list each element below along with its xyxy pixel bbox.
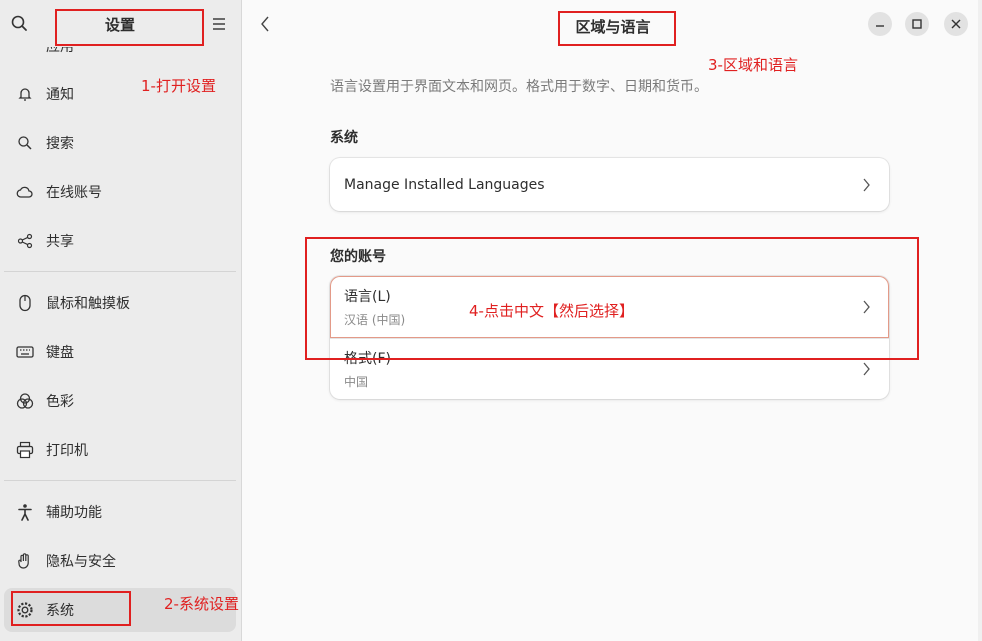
sidebar-divider: [4, 271, 236, 272]
sidebar-divider: [4, 480, 236, 481]
sidebar-item-mouse[interactable]: 鼠标和触摸板: [4, 281, 236, 325]
apps-icon: ⋯: [16, 47, 34, 54]
search-icon[interactable]: [10, 14, 30, 34]
sidebar-item-label: 通知: [46, 87, 74, 103]
sidebar-item-label: 搜索: [46, 136, 74, 152]
minimize-icon: [876, 25, 884, 27]
sidebar-item-color[interactable]: 色彩: [4, 379, 236, 423]
sidebar-item-label: 色彩: [46, 394, 74, 410]
share-icon: [16, 232, 34, 250]
chevron-right-icon: [861, 177, 871, 193]
background-window-edge: [978, 0, 982, 641]
bell-icon: [16, 85, 34, 103]
sidebar-item-accessibility[interactable]: 辅助功能: [4, 490, 236, 534]
close-button[interactable]: [944, 12, 968, 36]
sidebar-item-label: 鼠标和触摸板: [46, 296, 130, 312]
sidebar-item-printers[interactable]: 打印机: [4, 428, 236, 472]
annotation-box-region-title: [558, 11, 676, 46]
format-value: 中国: [344, 375, 369, 389]
annotation-step2: 2-系统设置: [164, 595, 239, 613]
cloud-icon: [16, 183, 34, 201]
hand-icon: [16, 552, 34, 570]
annotation-step3: 3-区域和语言: [708, 56, 798, 74]
annotation-step4: 4-点击中文【然后选择】: [469, 302, 634, 320]
sidebar-item-label: 在线账号: [46, 185, 102, 201]
sidebar-item-keyboard[interactable]: 键盘: [4, 330, 236, 374]
color-icon: [16, 392, 34, 410]
annotation-step1: 1-打开设置: [141, 77, 216, 95]
printer-icon: [16, 441, 34, 459]
system-card: Manage Installed Languages: [330, 158, 889, 211]
page-description: 语言设置用于界面文本和网页。格式用于数字、日期和货币。: [330, 79, 708, 95]
maximize-icon: [912, 19, 922, 29]
hamburger-menu-icon[interactable]: [209, 14, 229, 34]
sidebar-item-label: 键盘: [46, 345, 74, 361]
sidebar-item-label: 打印机: [46, 443, 88, 459]
annotation-box-account: [305, 237, 919, 360]
chevron-right-icon: [861, 361, 871, 377]
section-title-system: 系统: [330, 130, 358, 146]
sidebar-item-label: 应用: [46, 47, 74, 55]
sidebar-item-label: 辅助功能: [46, 505, 102, 521]
sidebar-item-label: 共享: [46, 234, 74, 250]
close-icon: [951, 19, 961, 29]
sidebar-item-privacy[interactable]: 隐私与安全: [4, 539, 236, 583]
mouse-icon: [16, 294, 34, 312]
annotation-box-settings-title: [55, 9, 204, 46]
manage-languages-label: Manage Installed Languages: [344, 176, 545, 193]
sidebar-item-sharing[interactable]: 共享: [4, 219, 236, 263]
sidebar-item-online-accounts[interactable]: 在线账号: [4, 170, 236, 214]
manage-languages-row[interactable]: Manage Installed Languages: [330, 158, 889, 211]
sidebar-item-label: 隐私与安全: [46, 554, 116, 570]
annotation-box-system: [11, 591, 131, 626]
maximize-button[interactable]: [905, 12, 929, 36]
back-icon[interactable]: [257, 14, 273, 34]
sidebar-item-partial[interactable]: ⋯ 应用: [0, 47, 242, 57]
minimize-button[interactable]: [868, 12, 892, 36]
keyboard-icon: [16, 343, 34, 361]
sidebar-item-search[interactable]: 搜索: [4, 121, 236, 165]
accessibility-icon: [16, 503, 34, 521]
sidebar: 设置 ⋯ 应用 通知 搜索 在线账号 共享: [0, 0, 242, 641]
search-icon: [16, 134, 34, 152]
